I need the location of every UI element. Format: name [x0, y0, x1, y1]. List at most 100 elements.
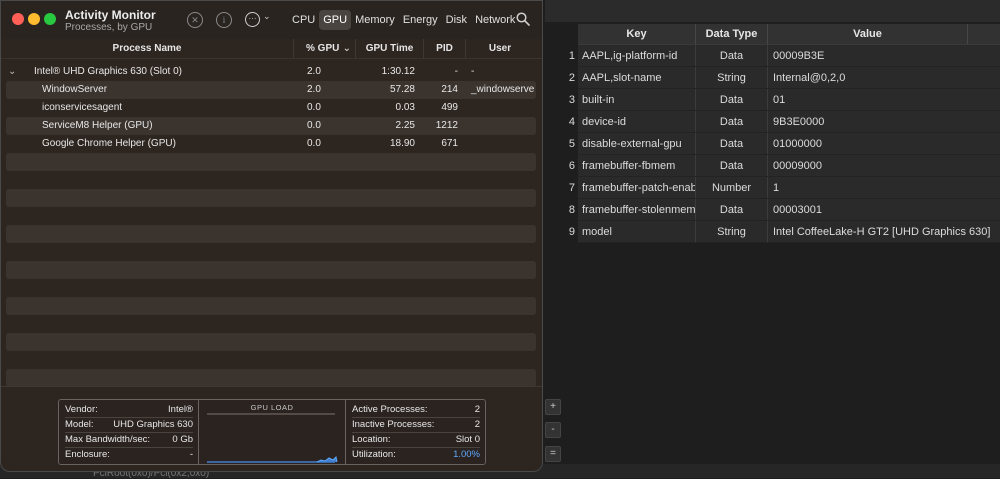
tab-cpu[interactable]: CPU	[288, 10, 319, 30]
property-type[interactable]: Data	[696, 155, 768, 176]
gpu-stats: Active Processes: 2 Inactive Processes: 2 …	[346, 400, 485, 464]
close-window-button[interactable]	[12, 13, 24, 25]
disclosure-chevron-icon[interactable]: ⌄	[6, 63, 34, 81]
tab-gpu[interactable]: GPU	[319, 10, 352, 30]
active-processes-value: 2	[474, 404, 480, 415]
process-row[interactable]: Google Chrome Helper (GPU) 0.0 18.90 671	[6, 135, 536, 153]
property-type[interactable]: Data	[696, 89, 768, 110]
row-number: 9	[568, 226, 575, 238]
info-icon[interactable]: i	[216, 12, 232, 28]
property-value[interactable]: 01000000	[768, 133, 1000, 154]
property-key[interactable]: AAPL,slot-name	[578, 67, 696, 88]
property-type[interactable]: Data	[696, 45, 768, 66]
gpu-info-footer: Vendor: Intel® Model: UHD Graphics 630 Max…	[1, 386, 542, 471]
pid: 214	[441, 84, 458, 95]
property-row[interactable]: 9 model String Intel CoffeeLake-H GT2 [UHD …	[563, 221, 1000, 243]
property-type[interactable]: Data	[696, 133, 768, 154]
property-cells: AAPL,slot-name String Internal@0,2,0	[578, 67, 1000, 89]
view-tabs: CPU GPU Memory Energy Disk Network	[288, 10, 519, 30]
pid: 499	[441, 102, 458, 113]
utilization-value: 1.00%	[453, 449, 480, 460]
property-row[interactable]: 8 framebuffer-stolenmem Data 00003001	[563, 199, 1000, 221]
property-row[interactable]: 3 built-in Data 01	[563, 89, 1000, 111]
duplicate-row-button[interactable]: =	[545, 446, 561, 462]
column-header-gpu[interactable]: % GPU ⌄	[294, 39, 356, 58]
column-header-gpu-time[interactable]: GPU Time	[356, 39, 424, 58]
property-row[interactable]: 2 AAPL,slot-name String Internal@0,2,0	[563, 67, 1000, 89]
property-type[interactable]: Number	[696, 177, 768, 198]
process-group-row[interactable]: ⌄ Intel® UHD Graphics 630 (Slot 0) 2.0 1:…	[6, 63, 536, 81]
tab-disk[interactable]: Disk	[442, 10, 471, 30]
property-key[interactable]: model	[578, 221, 696, 242]
property-type[interactable]: String	[696, 221, 768, 242]
minimize-window-button[interactable]	[28, 13, 40, 25]
property-row[interactable]: 6 framebuffer-fbmem Data 00009000	[563, 155, 1000, 177]
property-value[interactable]: 9B3E0000	[768, 111, 1000, 132]
property-row[interactable]: 7 framebuffer-patch-enable Number 1	[563, 177, 1000, 199]
empty-row	[6, 369, 536, 387]
utilization-row: Utilization: 1.00%	[352, 447, 480, 462]
gpu-percent: 0.0	[307, 138, 321, 149]
remove-row-button[interactable]: -	[545, 422, 561, 438]
column-header-data-type[interactable]: Data Type	[696, 24, 768, 44]
empty-row	[6, 153, 536, 171]
empty-row	[6, 261, 536, 279]
location-value: Slot 0	[455, 434, 480, 445]
property-row[interactable]: 1 AAPL,ig-platform-id Data 00009B3E	[563, 45, 1000, 67]
inactive-processes-label: Inactive Processes:	[352, 419, 435, 430]
column-header-user[interactable]: User	[466, 39, 534, 58]
zoom-window-button[interactable]	[44, 13, 56, 25]
column-header-key[interactable]: Key	[578, 24, 696, 44]
property-type[interactable]: Data	[696, 199, 768, 220]
gpu-time: 1:30.12	[381, 66, 415, 77]
process-name-cell: ⌄ Intel® UHD Graphics 630 (Slot 0)	[6, 63, 294, 81]
property-row[interactable]: 5 disable-external-gpu Data 01000000	[563, 133, 1000, 155]
window-title: Activity Monitor	[65, 8, 156, 22]
inactive-processes-row: Inactive Processes: 2	[352, 417, 480, 433]
property-key[interactable]: framebuffer-fbmem	[578, 155, 696, 176]
property-key[interactable]: disable-external-gpu	[578, 133, 696, 154]
property-value[interactable]: 00009000	[768, 155, 1000, 176]
gpu-percent: 0.0	[307, 120, 321, 131]
row-number: 3	[568, 94, 575, 106]
property-type[interactable]: Data	[696, 111, 768, 132]
property-cells: disable-external-gpu Data 01000000	[578, 133, 1000, 155]
column-header-process-name[interactable]: Process Name	[1, 39, 294, 58]
tab-energy[interactable]: Energy	[399, 10, 442, 30]
add-row-button[interactable]: +	[545, 399, 561, 415]
tab-memory[interactable]: Memory	[351, 10, 399, 30]
property-value[interactable]: 1	[768, 177, 1000, 198]
stop-process-icon[interactable]: ✕	[187, 12, 203, 28]
bandwidth-value: 0 Gb	[172, 434, 193, 445]
tab-network[interactable]: Network	[471, 10, 519, 30]
process-row[interactable]: WindowServer 2.0 57.28 214 _windowserver	[6, 81, 536, 99]
property-row[interactable]: 4 device-id Data 9B3E0000	[563, 111, 1000, 133]
property-cells: framebuffer-patch-enable Number 1	[578, 177, 1000, 199]
gpu-info-panel: Vendor: Intel® Model: UHD Graphics 630 Max…	[58, 399, 486, 465]
property-value[interactable]: 00003001	[768, 199, 1000, 220]
property-key[interactable]: built-in	[578, 89, 696, 110]
gpu-percent: 2.0	[307, 84, 321, 95]
model-label: Model:	[65, 419, 94, 430]
properties-toolbar	[545, 0, 1000, 22]
property-cells: device-id Data 9B3E0000	[578, 111, 1000, 133]
property-value[interactable]: Intel CoffeeLake-H GT2 [UHD Graphics 630…	[768, 221, 1000, 242]
property-value[interactable]: 01	[768, 89, 1000, 110]
property-key[interactable]: device-id	[578, 111, 696, 132]
property-value[interactable]: Internal@0,2,0	[768, 67, 1000, 88]
property-key[interactable]: framebuffer-patch-enable	[578, 177, 696, 198]
search-icon[interactable]	[516, 12, 530, 29]
more-actions-button[interactable]: ··· ⌄	[245, 11, 271, 27]
inactive-processes-value: 2	[474, 419, 480, 430]
property-key[interactable]: framebuffer-stolenmem	[578, 199, 696, 220]
gpu-percent: 2.0	[307, 66, 321, 77]
process-row[interactable]: iconservicesagent 0.0 0.03 499	[6, 99, 536, 117]
column-header-value[interactable]: Value	[768, 24, 968, 44]
gpu-load-graph: GPU LOAD	[199, 400, 346, 464]
process-row[interactable]: ServiceM8 Helper (GPU) 0.0 2.25 1212	[6, 117, 536, 135]
user	[466, 99, 534, 117]
property-value[interactable]: 00009B3E	[768, 45, 1000, 66]
property-type[interactable]: String	[696, 67, 768, 88]
property-key[interactable]: AAPL,ig-platform-id	[578, 45, 696, 66]
column-header-pid[interactable]: PID	[424, 39, 466, 58]
